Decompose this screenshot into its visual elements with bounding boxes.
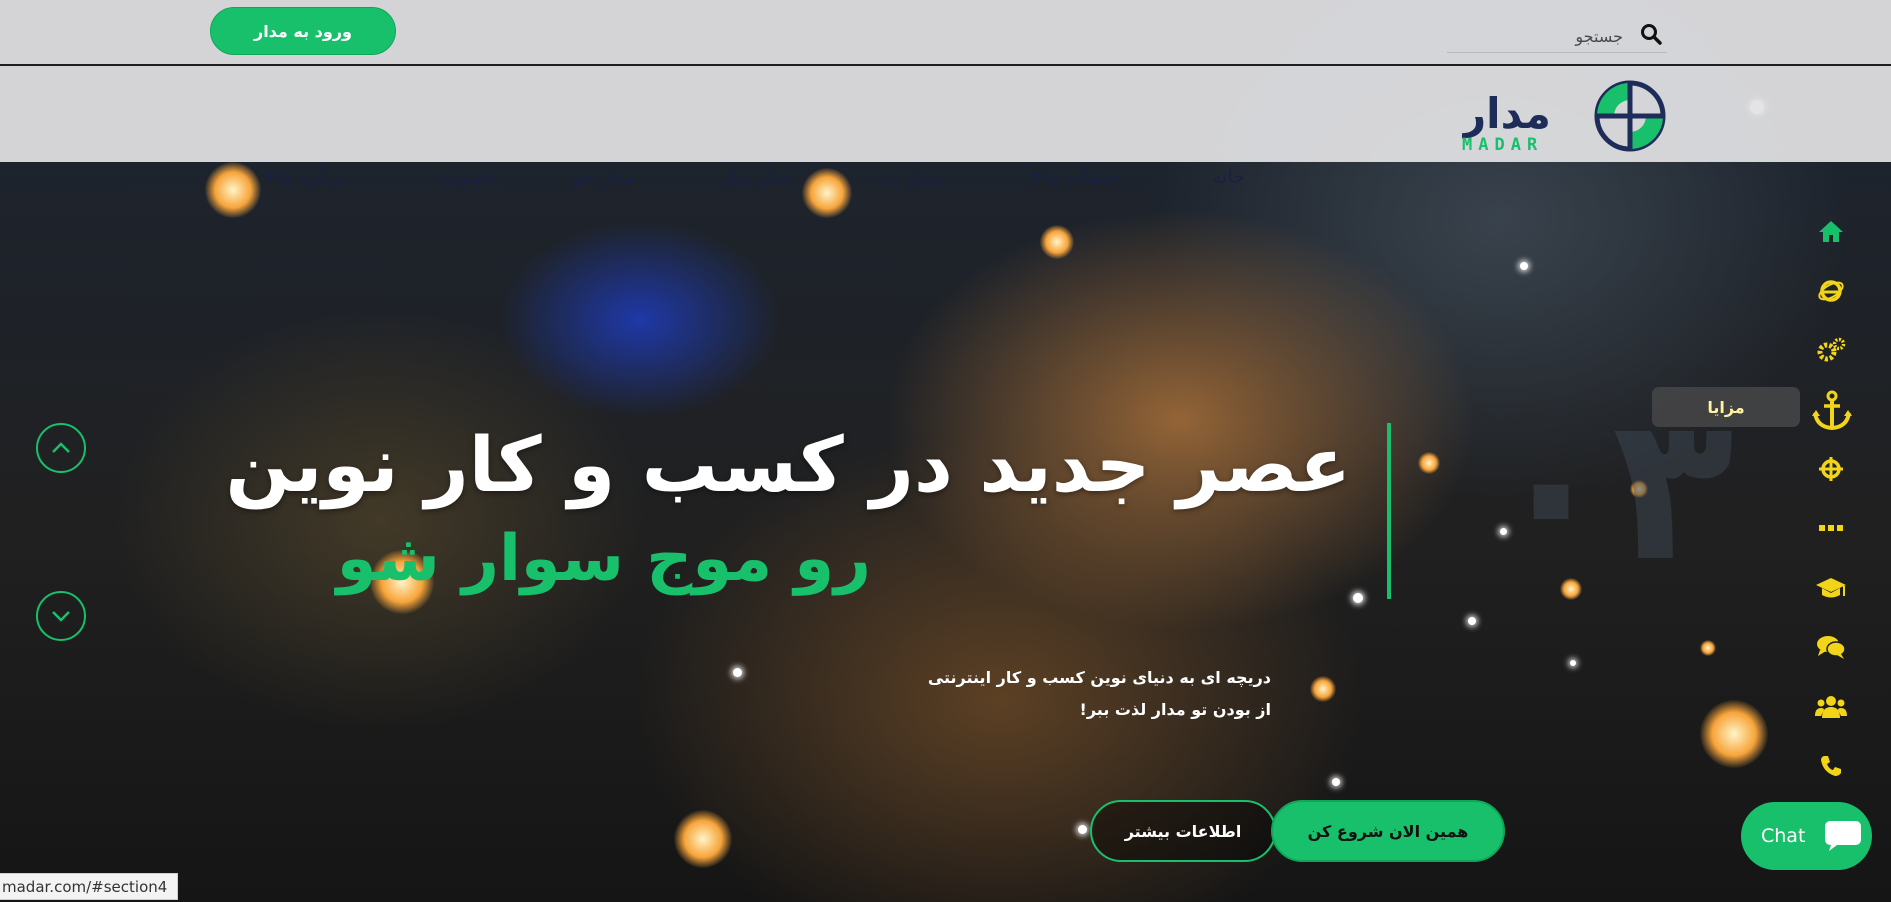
scroll-up-button[interactable] bbox=[36, 423, 86, 473]
nav-item-madar-cell[interactable]: مدار سل bbox=[721, 166, 792, 188]
internet-explorer-icon[interactable] bbox=[1808, 268, 1854, 314]
nav-item-membership[interactable]: عضویت bbox=[436, 166, 498, 188]
bokeh-light bbox=[205, 162, 261, 218]
spark-dot bbox=[1353, 593, 1363, 603]
description-line: دریچه ای به دنیای نوین کسب و کار اینترنت… bbox=[927, 668, 1271, 687]
bokeh-light bbox=[674, 810, 732, 868]
nav-item-services[interactable]: ▼ خدمات ما bbox=[1032, 166, 1121, 188]
hero-description: دریچه ای به دنیای نوین کسب و کار اینترنت… bbox=[928, 662, 1271, 726]
description-line: از بودن تو مدار لذت ببر! bbox=[1079, 700, 1271, 719]
bokeh-light bbox=[802, 168, 852, 218]
chat-bubble-icon bbox=[1825, 821, 1862, 851]
chat-button[interactable]: Chat bbox=[1741, 802, 1872, 870]
comments-icon[interactable] bbox=[1808, 624, 1854, 670]
nav-item-madar-net[interactable]: مدار نت bbox=[876, 166, 941, 188]
spark-dot bbox=[1570, 660, 1576, 666]
search-input[interactable] bbox=[1461, 22, 1625, 50]
chevron-down-icon: ▼ bbox=[266, 171, 275, 184]
hero-headline: عصر جدید در کسب و کار نوین bbox=[225, 420, 1351, 509]
graduation-cap-icon[interactable] bbox=[1808, 565, 1854, 611]
login-button[interactable]: ورود به مدار bbox=[210, 7, 396, 55]
nav-item-madar-ju[interactable]: مدار جو bbox=[573, 166, 635, 188]
bokeh-light bbox=[1700, 640, 1716, 656]
chat-label: Chat bbox=[1761, 825, 1806, 847]
crosshairs-icon[interactable] bbox=[1808, 446, 1854, 492]
bokeh-light bbox=[1040, 225, 1074, 259]
gears-icon[interactable] bbox=[1808, 327, 1854, 373]
madar-logo[interactable]: مدار MADAR bbox=[1460, 78, 1672, 156]
bokeh-light bbox=[1700, 700, 1768, 768]
nav-item-about[interactable]: ▼ درباره ما bbox=[266, 166, 347, 188]
headline-divider bbox=[1387, 423, 1391, 599]
ellipsis-icon[interactable] bbox=[1808, 505, 1854, 551]
search-icon[interactable] bbox=[1639, 22, 1663, 46]
logo-subtext: MADAR bbox=[1462, 135, 1543, 155]
home-icon[interactable] bbox=[1808, 208, 1854, 254]
phone-icon[interactable] bbox=[1808, 743, 1854, 789]
bokeh-light bbox=[1418, 452, 1440, 474]
users-icon[interactable] bbox=[1808, 684, 1854, 730]
top-bar: ورود به مدار bbox=[0, 0, 1891, 66]
status-bar-url: madar.com/#section4 bbox=[0, 873, 179, 900]
start-now-button[interactable]: همین الان شروع کن bbox=[1271, 800, 1505, 862]
chevron-down-icon: ▼ bbox=[1032, 171, 1041, 184]
spark-dot bbox=[1520, 262, 1528, 270]
nav-item-home[interactable]: خانه bbox=[1212, 166, 1245, 188]
anchor-icon[interactable] bbox=[1808, 386, 1856, 434]
nav-tooltip: مزایا bbox=[1652, 387, 1800, 427]
logo-text: مدار bbox=[1462, 89, 1551, 138]
search-box bbox=[1447, 18, 1667, 53]
logo-mark: مدار MADAR bbox=[1460, 80, 1666, 155]
spark-dot bbox=[733, 668, 742, 677]
hero-subheadline: رو موج سوار شو bbox=[336, 522, 871, 596]
bokeh-light bbox=[1310, 676, 1336, 702]
chevron-down-icon bbox=[52, 611, 70, 622]
spark-dot bbox=[1078, 825, 1087, 834]
more-info-button[interactable]: اطلاعات بیشتر bbox=[1090, 800, 1276, 862]
chevron-up-icon bbox=[52, 442, 70, 453]
spark-dot bbox=[1332, 778, 1340, 786]
spark-dot bbox=[1468, 617, 1476, 625]
scroll-down-button[interactable] bbox=[36, 591, 86, 641]
